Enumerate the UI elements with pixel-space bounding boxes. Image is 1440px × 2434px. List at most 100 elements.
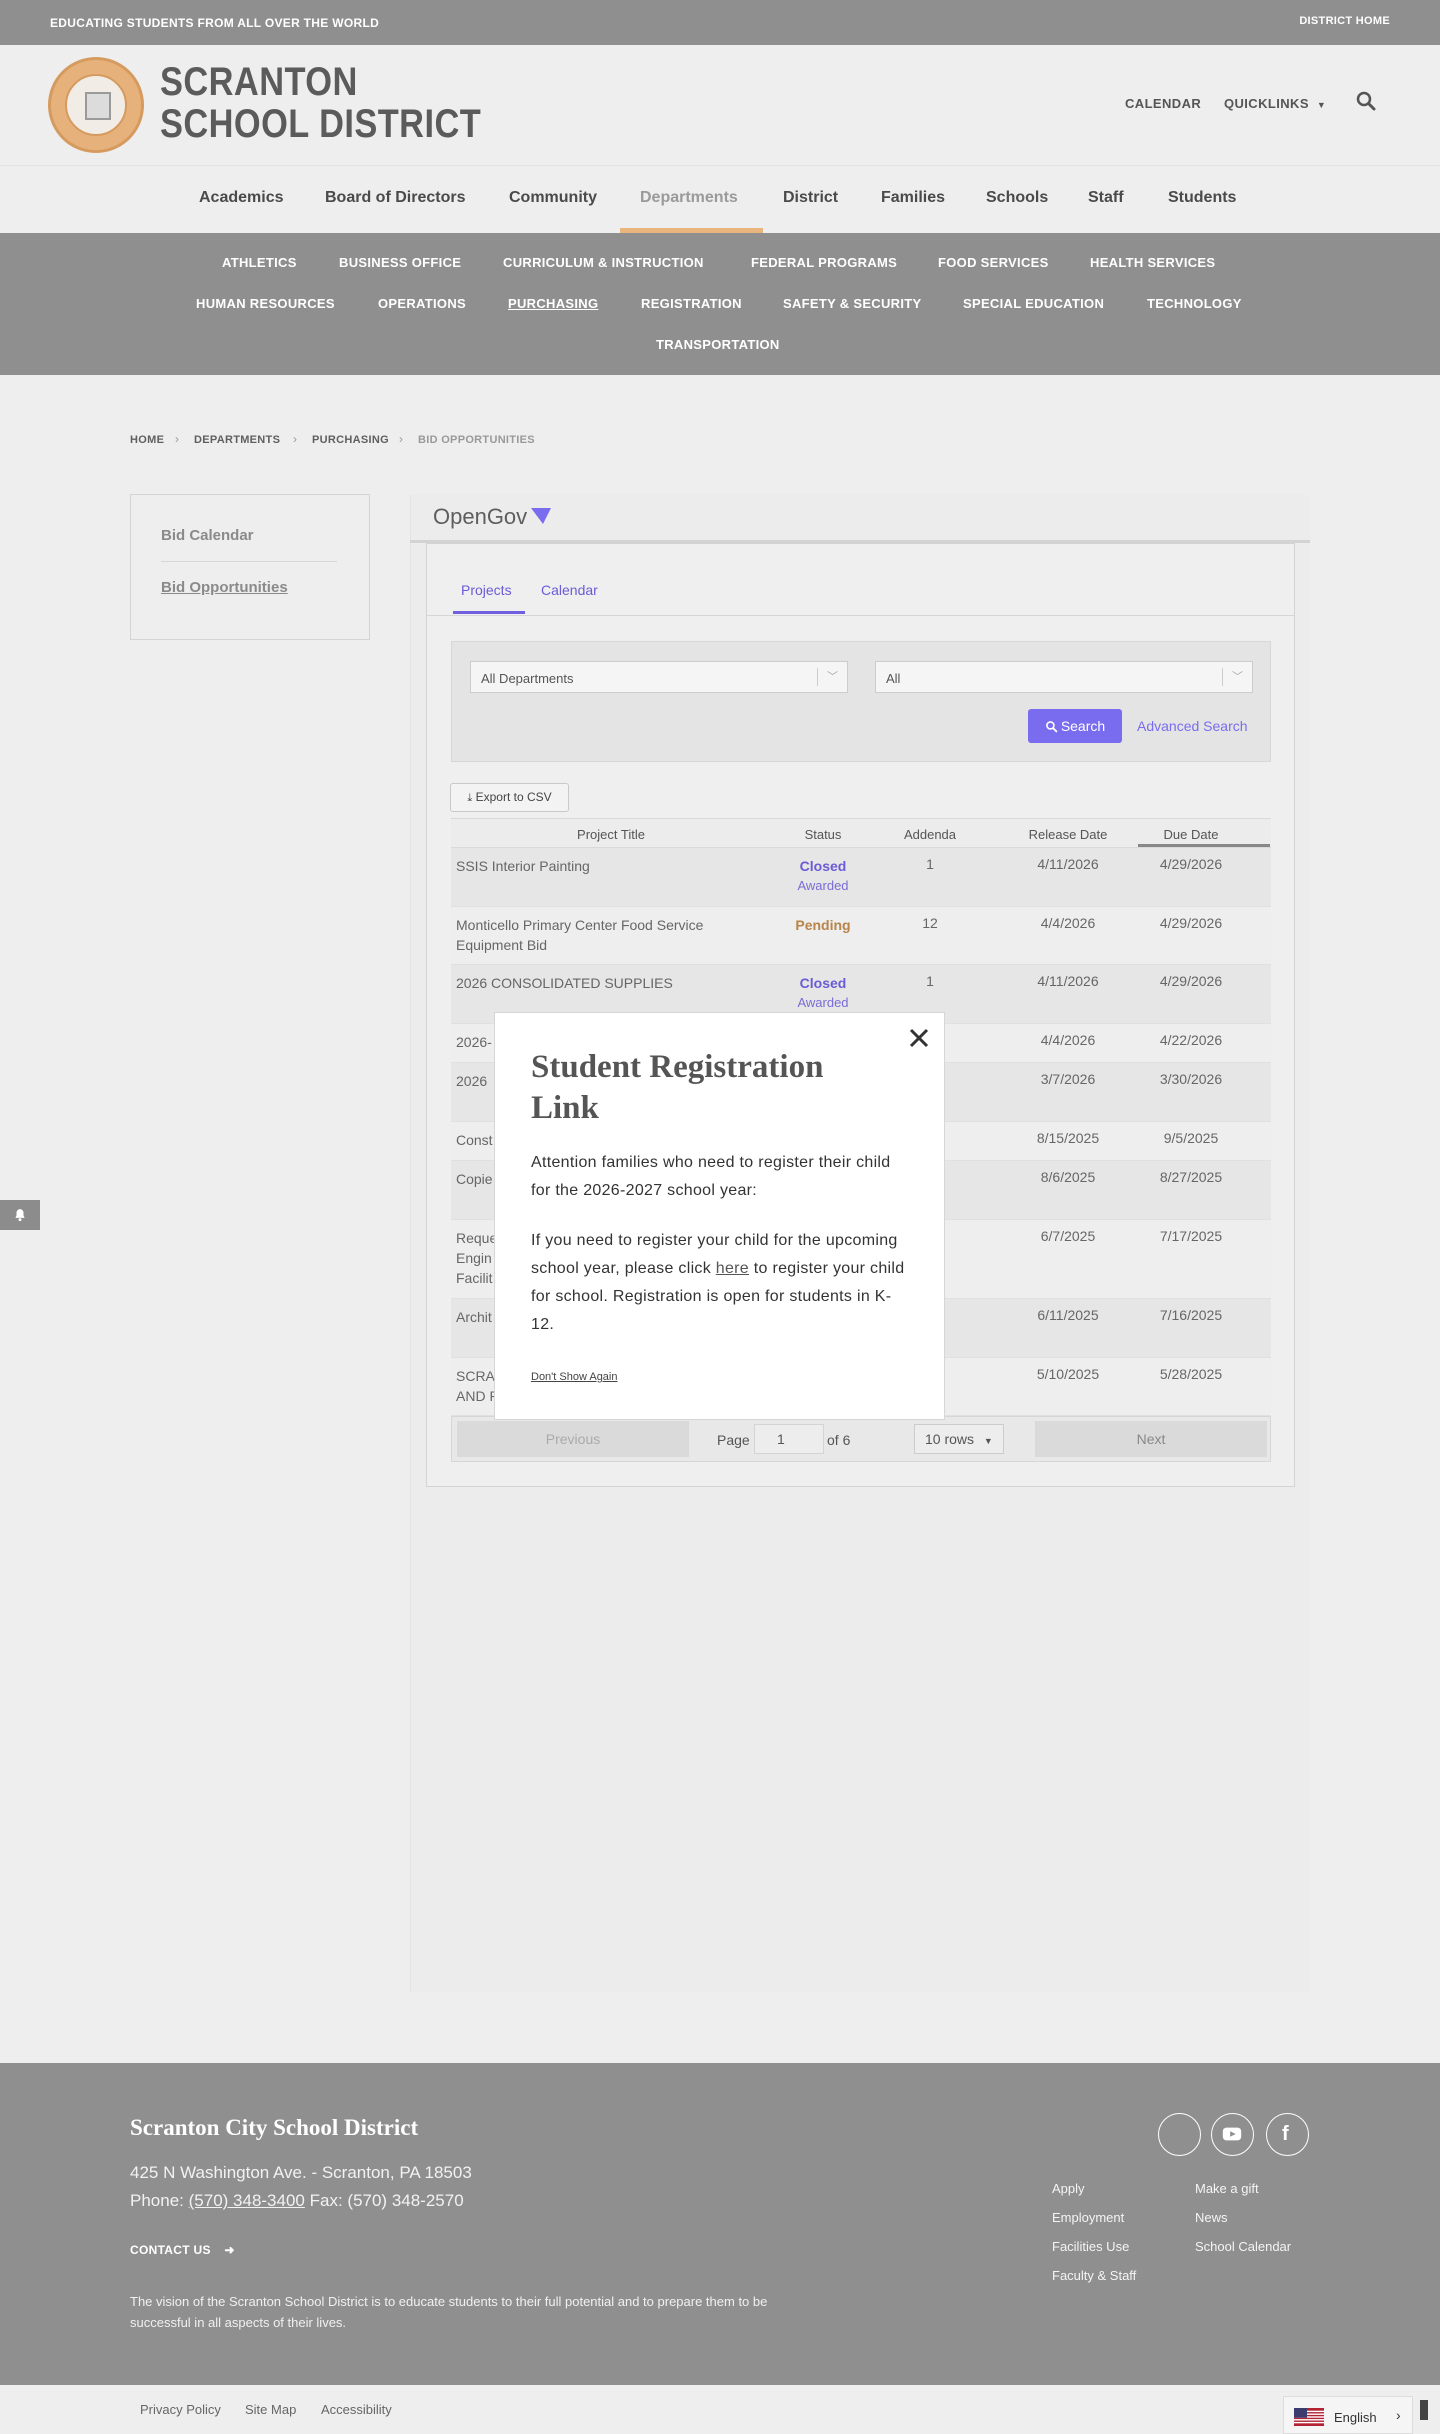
nav-district[interactable]: District (783, 189, 838, 207)
privacy-policy-link[interactable]: Privacy Policy (140, 2402, 221, 2417)
footer-link-employment[interactable]: Employment (1052, 2210, 1124, 2225)
breadcrumb-current: BID OPPORTUNITIES (418, 434, 535, 446)
due-date: 4/29/2026 (1159, 973, 1223, 989)
arrow-right-icon: ➜ (224, 2243, 235, 2257)
opengov-logo-text: OpenGov (433, 504, 528, 529)
breadcrumb-departments[interactable]: DEPARTMENTS (194, 434, 280, 446)
footer-link-school-calendar[interactable]: School Calendar (1195, 2239, 1291, 2254)
addenda-count: 12 (922, 915, 938, 931)
next-page-button[interactable]: Next (1035, 1421, 1267, 1457)
col-header-addenda[interactable]: Addenda (900, 827, 960, 842)
search-button[interactable]: Search (1028, 709, 1122, 743)
subnav-curriculum[interactable]: CURRICULUM & INSTRUCTION (503, 255, 704, 270)
nav-academics[interactable]: Academics (199, 189, 284, 207)
tab-divider (427, 615, 1294, 616)
status-cell: Pending (783, 915, 863, 935)
search-icon[interactable] (1354, 89, 1378, 113)
footer-link-news[interactable]: News (1195, 2210, 1228, 2225)
subnav-technology[interactable]: TECHNOLOGY (1147, 296, 1242, 311)
status-cell: Closed Awarded (783, 856, 863, 896)
subnav-transportation[interactable]: TRANSPORTATION (656, 337, 780, 352)
col-header-project-title[interactable]: Project Title (451, 827, 771, 842)
facebook-icon[interactable]: f (1266, 2113, 1309, 2156)
breadcrumb-home[interactable]: HOME (130, 434, 164, 446)
district-wordmark[interactable]: SCRANTON SCHOOL DISTRICT (160, 61, 481, 145)
page-count: of 6 (827, 1432, 851, 1448)
sidebar-item-bid-opportunities[interactable]: Bid Opportunities (161, 579, 288, 596)
tab-active-indicator (453, 611, 525, 614)
district-seal-logo[interactable] (48, 57, 144, 153)
status-label: Pending (795, 917, 851, 933)
table-row[interactable]: SSIS Interior Painting Closed Awarded 1 4… (451, 848, 1271, 907)
department-subnav: ATHLETICS BUSINESS OFFICE CURRICULUM & I… (0, 233, 1440, 375)
social-blank-icon[interactable] (1158, 2113, 1201, 2156)
youtube-icon[interactable] (1211, 2113, 1254, 2156)
nav-families[interactable]: Families (881, 189, 945, 207)
district-home-link[interactable]: DISTRICT HOME (1299, 15, 1390, 27)
footer-link-apply[interactable]: Apply (1052, 2181, 1085, 2196)
status-label: Closed (799, 975, 847, 991)
registration-here-link[interactable]: here (716, 1260, 749, 1277)
modal-body-text: If you need to register your child for t… (531, 1227, 911, 1339)
status-sub: Awarded (797, 995, 849, 1010)
footer-phone-line: Phone: (570) 348-3400 Fax: (570) 348-257… (130, 2191, 464, 2211)
subnav-special-education[interactable]: SPECIAL EDUCATION (963, 296, 1104, 311)
release-date: 8/15/2025 (1036, 1130, 1100, 1146)
previous-page-button[interactable]: Previous (457, 1421, 689, 1457)
col-header-status[interactable]: Status (783, 827, 863, 842)
subnav-federal-programs[interactable]: FEDERAL PROGRAMS (751, 255, 897, 270)
project-title[interactable]: Monticello Primary Center Food Service E… (456, 915, 756, 955)
subnav-health-services[interactable]: HEALTH SERVICES (1090, 255, 1215, 270)
project-title[interactable]: SSIS Interior Painting (456, 856, 756, 876)
phone-link[interactable]: (570) 348-3400 (189, 2191, 305, 2210)
language-selector[interactable]: English › (1283, 2396, 1413, 2434)
subnav-safety-security[interactable]: SAFETY & SECURITY (783, 296, 922, 311)
search-icon (1045, 721, 1058, 733)
accessibility-link[interactable]: Accessibility (321, 2402, 392, 2417)
tab-calendar[interactable]: Calendar (541, 582, 598, 598)
contact-us-link[interactable]: CONTACT US ➜ (130, 2243, 235, 2257)
chevron-down-icon: ▼ (983, 1436, 993, 1446)
translate-handle[interactable] (1420, 2400, 1428, 2420)
page-number-input[interactable]: 1 (754, 1424, 824, 1454)
quicklinks-dropdown[interactable]: QUICKLINKS ▼ (1224, 96, 1326, 111)
nav-departments[interactable]: Departments (640, 189, 738, 207)
calendar-link[interactable]: CALENDAR (1125, 96, 1201, 111)
close-icon[interactable] (907, 1026, 931, 1050)
rows-per-page-select[interactable]: 10 rows ▼ (914, 1424, 1004, 1454)
project-title[interactable]: 2026 CONSOLIDATED SUPPLIES (456, 973, 756, 993)
nav-staff[interactable]: Staff (1088, 189, 1124, 207)
nav-schools[interactable]: Schools (986, 189, 1048, 207)
subnav-operations[interactable]: OPERATIONS (378, 296, 466, 311)
notification-tab[interactable] (0, 1200, 40, 1230)
footer-link-make-a-gift[interactable]: Make a gift (1195, 2181, 1259, 2196)
subnav-business-office[interactable]: BUSINESS OFFICE (339, 255, 461, 270)
status-select[interactable]: All ﹀ (875, 661, 1253, 693)
col-header-release-date[interactable]: Release Date (1018, 827, 1118, 842)
project-title[interactable]: Reque Engin Facilit (456, 1228, 497, 1288)
table-row[interactable]: Monticello Primary Center Food Service E… (451, 907, 1271, 965)
site-map-link[interactable]: Site Map (245, 2402, 296, 2417)
nav-community[interactable]: Community (509, 189, 597, 207)
chevron-right-icon: › (1396, 2407, 1401, 2423)
nav-students[interactable]: Students (1168, 189, 1236, 207)
subnav-athletics[interactable]: ATHLETICS (222, 255, 297, 270)
release-date: 4/11/2026 (1037, 856, 1099, 872)
due-date: 4/29/2026 (1159, 856, 1223, 872)
footer-link-facilities-use[interactable]: Facilities Use (1052, 2239, 1129, 2254)
footer-link-faculty-staff[interactable]: Faculty & Staff (1052, 2268, 1136, 2283)
subnav-registration[interactable]: REGISTRATION (641, 296, 742, 311)
export-csv-button[interactable]: ⤓ Export to CSV (450, 783, 569, 812)
subnav-food-services[interactable]: FOOD SERVICES (938, 255, 1049, 270)
department-select[interactable]: All Departments ﹀ (470, 661, 848, 693)
dont-show-again-link[interactable]: Don't Show Again (531, 1371, 618, 1383)
subnav-human-resources[interactable]: HUMAN RESOURCES (196, 296, 335, 311)
breadcrumb-purchasing[interactable]: PURCHASING (312, 434, 389, 446)
tab-projects[interactable]: Projects (461, 582, 512, 598)
subnav-purchasing[interactable]: PURCHASING (508, 296, 598, 311)
breadcrumb-chevron-icon: › (399, 432, 403, 446)
sidebar-item-bid-calendar[interactable]: Bid Calendar (161, 527, 254, 544)
advanced-search-link[interactable]: Advanced Search (1137, 718, 1248, 734)
col-header-due-date[interactable]: Due Date (1141, 827, 1241, 842)
nav-board-of-directors[interactable]: Board of Directors (325, 189, 465, 207)
